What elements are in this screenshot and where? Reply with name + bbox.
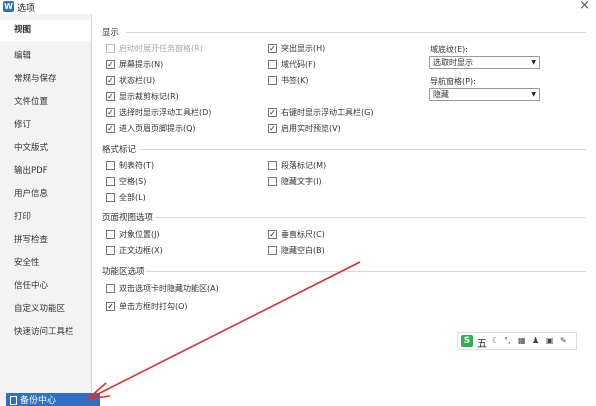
arrow-shaft [91,261,361,398]
annotation-arrow [85,261,361,401]
arrow-head [85,382,111,401]
